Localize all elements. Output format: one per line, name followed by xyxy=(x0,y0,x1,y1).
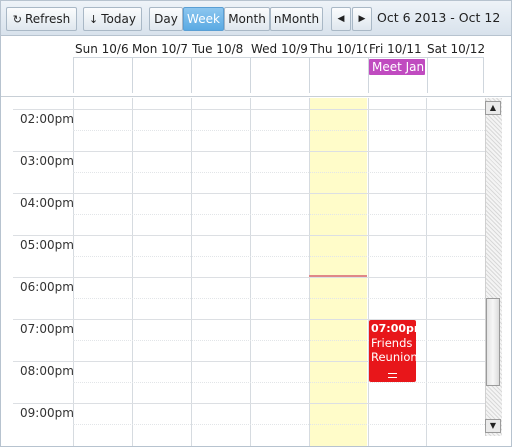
view-month-button[interactable]: Month xyxy=(224,7,270,31)
calendar-window: ↻ Refresh ↓ Today Day Week Month nMonth ◀ … xyxy=(0,0,512,447)
hour-line xyxy=(13,403,485,404)
scrollbar-thumb[interactable] xyxy=(486,298,500,386)
triangle-right-icon: ▶ xyxy=(358,14,366,24)
allday-event-meet-janu[interactable]: Meet Janu xyxy=(369,59,425,75)
allday-cell[interactable] xyxy=(191,57,250,93)
allday-cell[interactable] xyxy=(250,57,309,93)
toolbar: ↻ Refresh ↓ Today Day Week Month nMonth ◀ … xyxy=(1,1,511,36)
view-nmonth-button[interactable]: nMonth xyxy=(270,7,323,31)
arrow-down-icon: ↓ xyxy=(89,13,99,26)
refresh-icon: ↻ xyxy=(12,13,22,26)
view-month-label: Month xyxy=(228,12,266,26)
hour-label: 08:00pm xyxy=(20,364,74,378)
hour-line xyxy=(13,235,485,236)
today-button[interactable]: ↓ Today xyxy=(83,7,142,31)
hour-label: 07:00pm xyxy=(20,322,74,336)
hour-line xyxy=(13,193,485,194)
triangle-down-icon: ▼ xyxy=(489,421,497,430)
time-grid: 02:00pm 03:00pm 04:00pm 05:00pm 06:00pm … xyxy=(1,98,511,446)
view-week-button[interactable]: Week xyxy=(183,7,224,31)
event-time: 07:00pm xyxy=(371,322,416,335)
view-day-button[interactable]: Day xyxy=(149,7,183,31)
view-nmonth-label: nMonth xyxy=(273,12,320,26)
hour-label: 03:00pm xyxy=(20,154,74,168)
scroll-down-button[interactable]: ▼ xyxy=(485,419,501,433)
hour-label: 05:00pm xyxy=(20,238,74,252)
day-header-sun[interactable]: Sun 10/6 xyxy=(75,42,132,56)
half-hour-line xyxy=(73,298,485,299)
prev-button[interactable]: ◀ xyxy=(331,7,351,31)
triangle-up-icon: ▲ xyxy=(489,103,497,112)
allday-cell[interactable] xyxy=(73,57,132,93)
resize-handle-icon[interactable] xyxy=(388,373,397,378)
hour-line xyxy=(13,151,485,152)
refresh-button[interactable]: ↻ Refresh xyxy=(6,7,77,31)
half-hour-line xyxy=(73,172,485,173)
hour-label: 04:00pm xyxy=(20,196,74,210)
hour-line xyxy=(13,277,485,278)
day-header-thu[interactable]: Thu 10/10 xyxy=(310,42,367,56)
week-header: Sun 10/6 Mon 10/7 Tue 10/8 Wed 10/9 Thu … xyxy=(1,36,511,97)
time-column: 02:00pm 03:00pm 04:00pm 05:00pm 06:00pm … xyxy=(1,98,74,446)
event-title: Friends Reunion xyxy=(371,336,416,364)
day-header-sat[interactable]: Sat 10/12 xyxy=(427,42,487,56)
date-range: Oct 6 2013 - Oct 12 xyxy=(377,10,501,25)
view-day-label: Day xyxy=(154,12,178,26)
hour-line xyxy=(13,109,485,110)
day-header-wed[interactable]: Wed 10/9 xyxy=(251,42,309,56)
half-hour-line xyxy=(73,214,485,215)
refresh-label: Refresh xyxy=(24,12,71,26)
hour-label: 09:00pm xyxy=(20,406,74,420)
event-friends-reunion[interactable]: 07:00pm Friends Reunion xyxy=(369,320,416,382)
day-header-tue[interactable]: Tue 10/8 xyxy=(192,42,250,56)
half-hour-line xyxy=(73,256,485,257)
hour-label: 06:00pm xyxy=(20,280,74,294)
hour-label: 02:00pm xyxy=(20,112,74,126)
day-header-fri[interactable]: Fri 10/11 xyxy=(369,42,427,56)
next-button[interactable]: ▶ xyxy=(352,7,372,31)
view-week-label: Week xyxy=(187,12,220,26)
allday-cell[interactable] xyxy=(427,57,484,93)
half-hour-line xyxy=(73,424,485,425)
allday-cell[interactable] xyxy=(132,57,191,93)
half-hour-line xyxy=(73,130,485,131)
triangle-left-icon: ◀ xyxy=(337,14,345,24)
allday-cell[interactable] xyxy=(309,57,368,93)
half-hour-line xyxy=(73,340,485,341)
scroll-up-button[interactable]: ▲ xyxy=(485,101,501,115)
half-hour-line xyxy=(73,382,485,383)
current-time-line xyxy=(309,275,367,277)
today-label: Today xyxy=(101,12,136,26)
day-header-mon[interactable]: Mon 10/7 xyxy=(132,42,191,56)
